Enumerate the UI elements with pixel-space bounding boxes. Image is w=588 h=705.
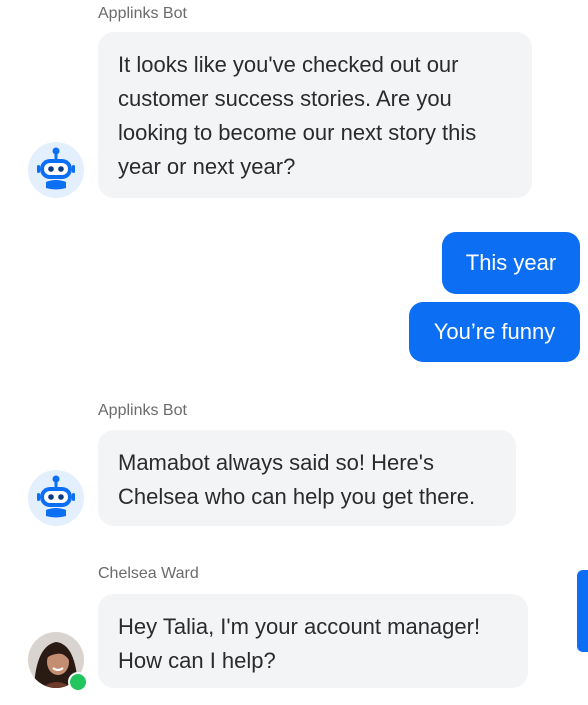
agent-message-bubble: Hey Talia, I'm your account manager! How…	[98, 594, 528, 688]
quick-reply-this-year[interactable]: This year	[442, 232, 580, 294]
chat-launcher-tab[interactable]	[577, 570, 588, 652]
sender-name: Chelsea Ward	[98, 565, 199, 582]
message-line: Hey Talia, I'm your account manager!	[118, 614, 481, 639]
message-line: year or next year?	[118, 154, 296, 179]
sender-name: Applinks Bot	[98, 402, 187, 419]
message-line: How can I help?	[118, 648, 276, 673]
sender-name: Applinks Bot	[98, 5, 187, 22]
bot-message-bubble: Mamabot always said so! Here's Chelsea w…	[98, 430, 516, 526]
message-line: looking to become our next story this	[118, 120, 477, 145]
quick-reply-label: This year	[465, 250, 557, 275]
message-line: It looks like you've checked out our	[118, 52, 459, 77]
quick-reply-youre-funny[interactable]: You’re funny	[409, 302, 580, 362]
message-line: customer success stories. Are you	[118, 86, 452, 111]
bot-message-bubble: It looks like you've checked out our cus…	[98, 32, 532, 198]
quick-reply-label: You’re funny	[433, 319, 556, 344]
robot-icon	[37, 147, 75, 190]
message-line: Chelsea who can help you get there.	[118, 484, 476, 509]
online-status-indicator	[68, 672, 88, 692]
message-line: Mamabot always said so! Here's	[118, 450, 434, 475]
agent-avatar	[28, 632, 88, 692]
bot-avatar	[28, 142, 84, 198]
robot-icon	[37, 475, 75, 518]
chat-transcript: Applinks Bot It looks like you've checke…	[0, 0, 588, 705]
bot-avatar	[28, 470, 84, 526]
